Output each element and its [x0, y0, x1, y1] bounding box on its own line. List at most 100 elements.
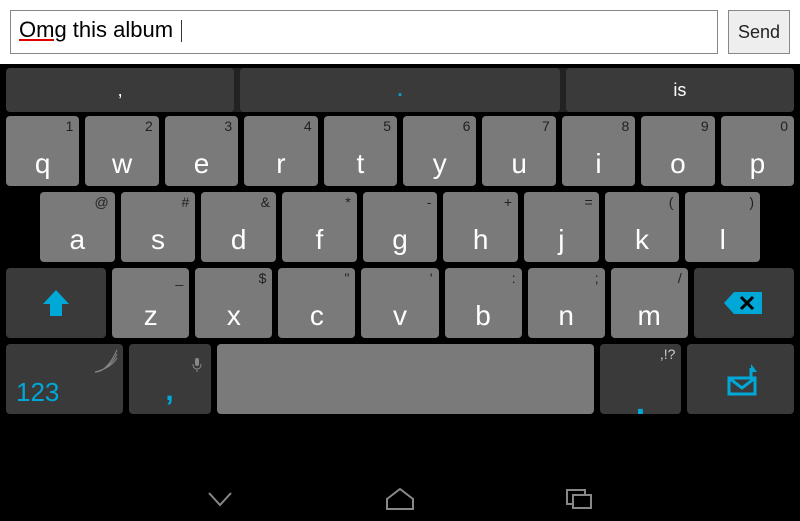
keyboard: , . is 1q2w3e4r5t6y7u8i9o0p @a#s&d*f-g+h… — [0, 64, 800, 414]
key-label: e — [194, 148, 210, 180]
nav-back-button[interactable] — [200, 484, 240, 514]
key-a[interactable]: @a — [40, 192, 115, 262]
android-navbar — [0, 476, 800, 521]
enter-key[interactable] — [687, 344, 794, 414]
home-icon — [383, 487, 417, 511]
key-hint: 6 — [463, 118, 471, 134]
comma-glyph: , — [165, 374, 173, 408]
key-hint: ) — [749, 194, 754, 210]
key-q[interactable]: 1q — [6, 116, 79, 186]
key-hint: ; — [595, 270, 599, 286]
key-label: h — [473, 224, 489, 256]
shift-key[interactable] — [6, 268, 106, 338]
recent-apps-icon — [565, 488, 595, 510]
key-k[interactable]: (k — [605, 192, 680, 262]
suggestion-left[interactable]: , — [6, 68, 234, 112]
key-hint: + — [504, 194, 512, 210]
key-row-3: _z$x"c'v:b;n/m — [6, 268, 794, 338]
key-l[interactable]: )l — [685, 192, 760, 262]
key-s[interactable]: #s — [121, 192, 196, 262]
key-hint: ' — [430, 270, 433, 286]
shift-up-icon — [39, 288, 73, 318]
key-hint: : — [512, 270, 516, 286]
key-label: r — [276, 148, 285, 180]
key-label: k — [635, 224, 649, 256]
punct-hint: ,!? — [660, 346, 676, 362]
suggestion-row: , . is — [6, 68, 794, 112]
swiftkey-logo-icon — [93, 348, 119, 374]
key-d[interactable]: &d — [201, 192, 276, 262]
key-hint: & — [261, 194, 270, 210]
suggestion-right[interactable]: is — [566, 68, 794, 112]
key-hint: 4 — [304, 118, 312, 134]
key-hint: 7 — [542, 118, 550, 134]
key-z[interactable]: _z — [112, 268, 189, 338]
key-c[interactable]: "c — [278, 268, 355, 338]
key-o[interactable]: 9o — [641, 116, 714, 186]
send-mail-icon — [721, 360, 761, 398]
key-label: a — [70, 224, 86, 256]
input-bar: Omg this album Send — [0, 0, 800, 64]
key-j[interactable]: =j — [524, 192, 599, 262]
key-label: y — [433, 148, 447, 180]
key-hint: @ — [94, 194, 108, 210]
key-label: w — [112, 148, 132, 180]
key-e[interactable]: 3e — [165, 116, 238, 186]
key-f[interactable]: *f — [282, 192, 357, 262]
key-label: p — [750, 148, 766, 180]
key-hint: = — [585, 194, 593, 210]
period-glyph: . — [636, 398, 645, 408]
key-label: z — [144, 300, 158, 332]
key-hint: 5 — [383, 118, 391, 134]
key-n[interactable]: ;n — [528, 268, 605, 338]
backspace-key[interactable] — [694, 268, 794, 338]
key-label: o — [670, 148, 686, 180]
key-label: x — [227, 300, 241, 332]
key-label: c — [310, 300, 324, 332]
key-m[interactable]: /m — [611, 268, 688, 338]
key-label: g — [392, 224, 408, 256]
period-key[interactable]: ,!? . — [600, 344, 682, 414]
chevron-down-icon — [205, 489, 235, 509]
key-label: v — [393, 300, 407, 332]
mode-switch-label: 123 — [16, 377, 59, 408]
comma-key[interactable]: , — [129, 344, 211, 414]
mode-switch-key[interactable]: 123 — [6, 344, 123, 414]
key-label: d — [231, 224, 247, 256]
space-key[interactable] — [217, 344, 594, 414]
send-button[interactable]: Send — [728, 10, 790, 54]
key-y[interactable]: 6y — [403, 116, 476, 186]
key-b[interactable]: :b — [445, 268, 522, 338]
key-hint: / — [678, 270, 682, 286]
key-hint: 2 — [145, 118, 153, 134]
text-input[interactable]: Omg this album — [10, 10, 718, 54]
key-w[interactable]: 2w — [85, 116, 158, 186]
key-hint: # — [182, 194, 190, 210]
key-x[interactable]: $x — [195, 268, 272, 338]
key-g[interactable]: -g — [363, 192, 438, 262]
key-r[interactable]: 4r — [244, 116, 317, 186]
key-label: i — [595, 148, 601, 180]
backspace-icon — [722, 288, 766, 318]
key-u[interactable]: 7u — [482, 116, 555, 186]
key-label: f — [315, 224, 323, 256]
key-hint: * — [345, 194, 350, 210]
key-row-1: 1q2w3e4r5t6y7u8i9o0p — [6, 116, 794, 186]
key-hint: 3 — [224, 118, 232, 134]
misspelled-word: Omg — [19, 17, 67, 42]
nav-recent-button[interactable] — [560, 484, 600, 514]
mic-icon — [191, 348, 203, 380]
key-h[interactable]: +h — [443, 192, 518, 262]
key-v[interactable]: 'v — [361, 268, 438, 338]
key-i[interactable]: 8i — [562, 116, 635, 186]
key-label: u — [511, 148, 527, 180]
nav-home-button[interactable] — [380, 484, 420, 514]
suggestion-center[interactable]: . — [240, 68, 560, 112]
key-t[interactable]: 5t — [324, 116, 397, 186]
key-label: l — [720, 224, 726, 256]
input-text-rest: this album — [67, 17, 180, 42]
key-hint: " — [344, 270, 349, 286]
key-p[interactable]: 0p — [721, 116, 794, 186]
key-hint: 0 — [780, 118, 788, 134]
key-hint: - — [427, 194, 432, 210]
